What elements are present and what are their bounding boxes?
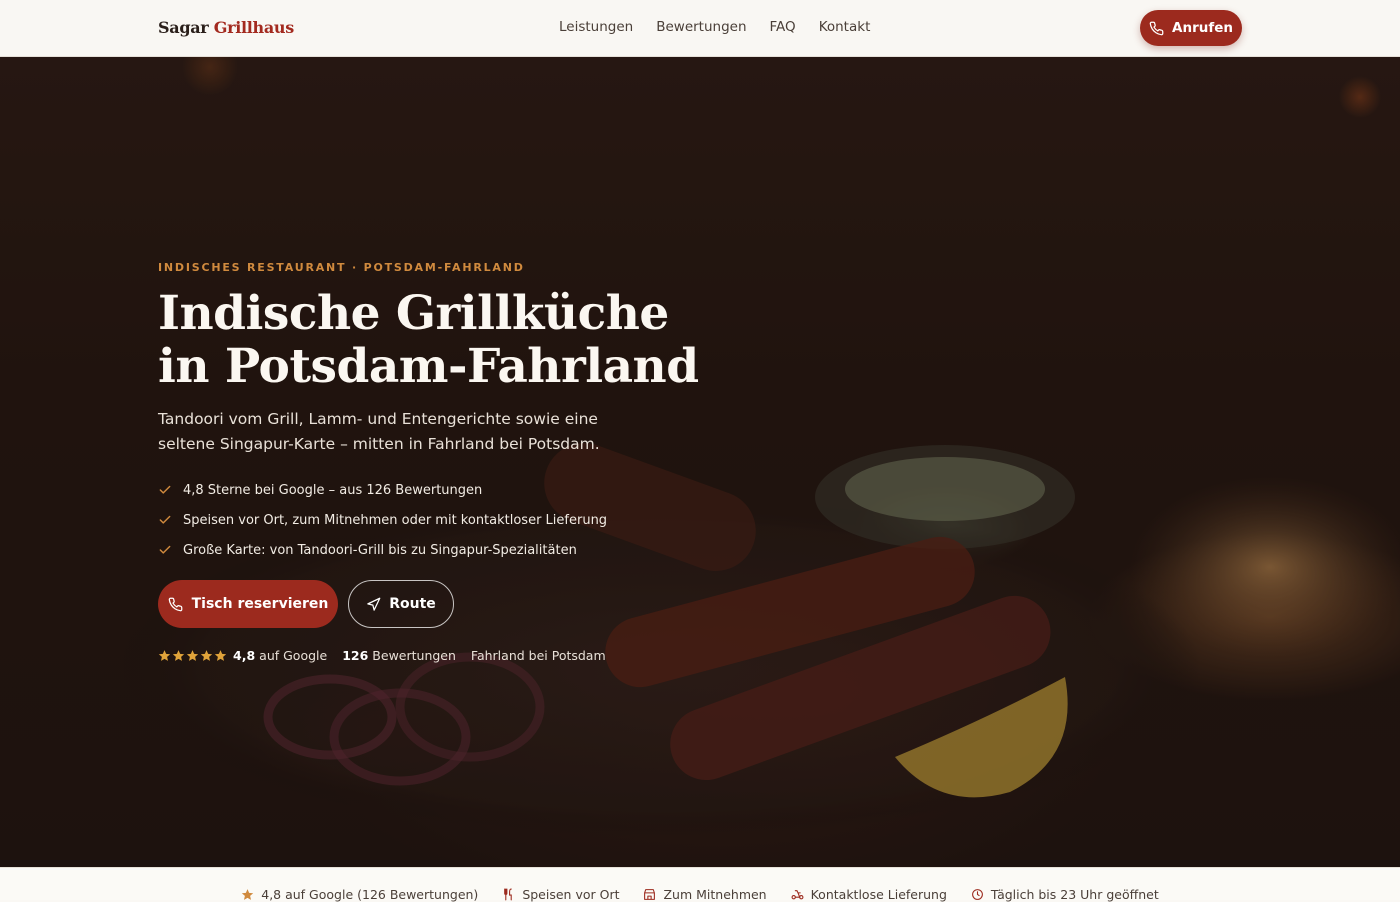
reserve-table-label: Tisch reservieren (191, 596, 329, 612)
review-count: 126 Bewertungen (342, 648, 456, 663)
star-icon (200, 650, 213, 661)
hero-eyebrow: INDISCHES RESTAURANT · POTSDAM-FAHRLAND (158, 261, 525, 274)
hero-background-image (0, 57, 1400, 867)
hero-headline: Indische Grillküche in Potsdam-Fahrland (158, 287, 778, 393)
star-icon (242, 889, 254, 900)
nav-link-bewertungen[interactable]: Bewertungen (656, 19, 746, 35)
review-count-suffix: Bewertungen (372, 648, 456, 663)
check-item: Große Karte: von Tandoori-Grill bis zu S… (158, 535, 607, 565)
check-item-label: Große Karte: von Tandoori-Grill bis zu S… (183, 542, 577, 558)
google-rating: 4,8 auf Google (158, 648, 327, 663)
logo-name: Sagar (158, 18, 209, 37)
rating-value: 4,8 (233, 648, 256, 663)
phone-icon (168, 597, 183, 611)
location: Fahrland bei Potsdam (471, 648, 606, 663)
nav-link-faq[interactable]: FAQ (770, 19, 796, 35)
location-label: Fahrland bei Potsdam (470, 648, 606, 663)
hero-headline-line-1: Indische Grillküche (158, 286, 669, 341)
check-icon (159, 515, 171, 524)
navigation-arrow-icon (367, 597, 381, 611)
site-header: Sagar Grillhaus Leistungen Bewertungen F… (0, 0, 1400, 57)
check-item: Speisen vor Ort, zum Mitnehmen oder mit … (158, 505, 607, 535)
nav-link-kontakt[interactable]: Kontakt (819, 19, 871, 35)
call-button-label: Anrufen (1172, 20, 1233, 36)
hero-section: INDISCHES RESTAURANT · POTSDAM-FAHRLAND … (0, 57, 1400, 867)
check-item-label: Speisen vor Ort, zum Mitnehmen oder mit … (183, 512, 608, 528)
phone-icon (1149, 21, 1164, 35)
check-icon (159, 485, 171, 494)
clock-icon (971, 889, 983, 900)
scooter-icon (791, 890, 804, 900)
check-icon (159, 545, 171, 554)
hero-lead: Tandoori vom Grill, Lamm- und Entengeric… (158, 410, 600, 453)
hero-headline-line-2: in Potsdam-Fahrland (158, 339, 699, 394)
rating-summary: 4,8 auf Google 126 Bewertungen Fahrland … (158, 648, 621, 663)
star-icon (186, 650, 199, 661)
call-button[interactable]: Anrufen (1140, 10, 1242, 46)
feature-checklist: 4,8 Sterne bei Google – aus 126 Bewertun… (158, 475, 607, 565)
reserve-table-button[interactable]: Tisch reservieren (158, 580, 338, 628)
rating-suffix: auf Google (259, 648, 328, 663)
review-count-value: 126 (342, 648, 369, 663)
route-button[interactable]: Route (348, 580, 454, 628)
logo-accent: Grillhaus (213, 18, 295, 37)
star-rating (158, 649, 227, 662)
star-icon (214, 650, 227, 661)
route-label: Route (389, 596, 436, 612)
nav-link-leistungen[interactable]: Leistungen (559, 19, 633, 35)
main-nav: Leistungen Bewertungen FAQ Kontakt (559, 19, 870, 35)
utensils-icon (504, 888, 513, 901)
info-strip: 4,8 auf Google (126 Bewertungen) Speisen… (0, 867, 1400, 902)
check-item: 4,8 Sterne bei Google – aus 126 Bewertun… (158, 475, 607, 505)
store-icon (644, 889, 656, 900)
check-item-label: 4,8 Sterne bei Google – aus 126 Bewertun… (183, 482, 483, 498)
logo[interactable]: Sagar Grillhaus (158, 18, 294, 37)
star-icon (172, 650, 185, 661)
star-icon (158, 650, 171, 661)
hero-overlay (0, 57, 1400, 867)
